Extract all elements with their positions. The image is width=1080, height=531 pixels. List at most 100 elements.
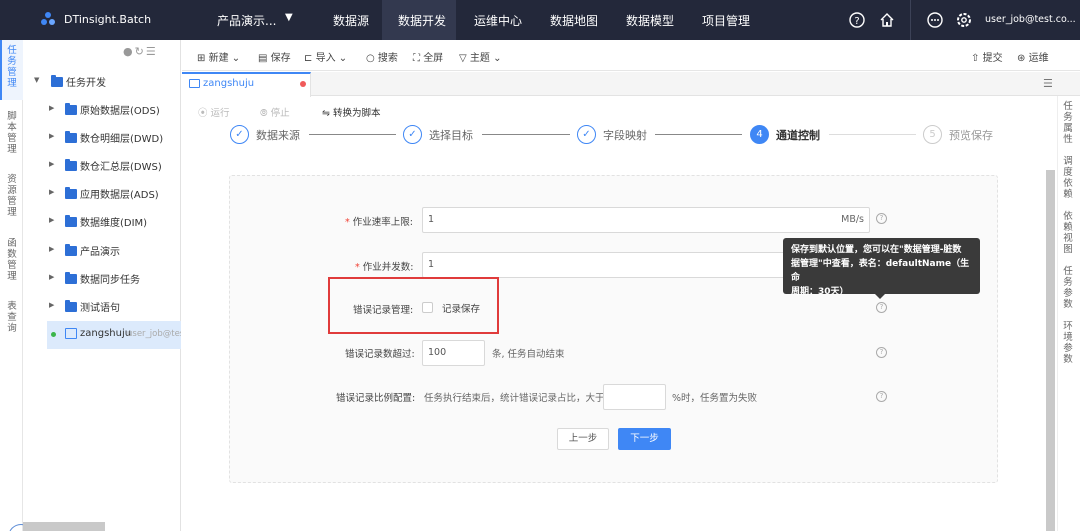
theme-button[interactable]: ▽ 主题 ⌄ [459,49,501,64]
next-button[interactable]: 下一步 [618,428,671,450]
step-1-label: 数据来源 [256,129,300,142]
tab-list-icon[interactable]: ☰ [1043,77,1053,90]
rail-task-mgmt[interactable]: 任务管理 [7,45,17,89]
rail-schedule-deps[interactable]: 调度依赖 [1063,156,1073,200]
topbar-divider [910,0,911,40]
search-icon: ○ [366,53,375,64]
error-ratio-label: 错误记录比例配置: [336,393,416,404]
search-label: 搜索 [377,53,398,64]
tree-file[interactable]: zangshuju user_job@tes [51,327,181,343]
fullscreen-button[interactable]: ⛶ 全屏 [413,49,443,64]
caret-right-icon[interactable]: ▶ [49,188,54,196]
nav-ops-center[interactable]: 运维中心 [474,12,522,29]
tab-label[interactable]: zangshuju [203,78,254,89]
message-icon[interactable] [926,11,944,29]
caret-right-icon[interactable]: ▶ [49,301,54,309]
tree-folder-label: 数仓明细层(DWD) [80,134,164,145]
rail-table-query[interactable]: 表查询 [7,301,17,334]
run-button[interactable]: ⦿ 运行 [198,105,230,119]
gear-icon[interactable] [955,11,973,29]
main-scrollbar[interactable] [1046,170,1055,531]
rail-task-params[interactable]: 任务参数 [1063,266,1073,310]
tree-scrollbar[interactable] [23,522,105,531]
caret-right-icon[interactable]: ▶ [49,104,54,112]
step-5-icon: 5 [923,125,942,144]
rail-dep-view[interactable]: 依赖视图 [1063,211,1073,255]
tree-folder-label: 测试语句 [80,303,120,314]
help-icon[interactable]: ? [876,302,887,313]
tree-folder-label: 产品演示 [80,247,120,258]
step-connector [309,134,396,135]
ops-button[interactable]: ⊛ 运维 [1017,49,1049,64]
caret-right-icon[interactable]: ▶ [49,273,54,281]
caret-down-icon[interactable]: ▼ [285,12,293,23]
step-3-icon: ✓ [577,125,596,144]
tree-tools[interactable]: ●↻☰ [123,45,158,58]
rail-task-props[interactable]: 任务属性 [1063,101,1073,145]
error-ratio-prefix: 任务执行结束后，统计错误记录占比，大于 [424,393,605,404]
collapse-icon[interactable]: ☰ [146,45,158,58]
help-icon[interactable]: ? [876,391,887,402]
caret-right-icon[interactable]: ▶ [49,132,54,140]
run-label: 运行 [210,108,230,119]
error-count-input[interactable]: 100 [422,340,485,366]
rail-env-params[interactable]: 环境参数 [1063,321,1073,365]
caret-right-icon[interactable]: ▶ [49,245,54,253]
convert-script-button[interactable]: ⇋ 转换为脚本 [322,105,381,119]
tree-file-owner: user_job@tes [127,329,181,339]
app-root: DTinsight.Batch 产品演示... ▼ 数据源 数据开发 运维中心 … [0,0,1080,531]
stop-button[interactable]: ⦾ 停止 [260,105,290,119]
step-5-label: 预览保存 [949,129,993,142]
prev-button[interactable]: 上一步 [557,428,609,450]
project-selector[interactable]: 产品演示... [217,12,276,29]
arrow-right-icon: ⊛ [1017,53,1026,64]
caret-right-icon[interactable]: ▶ [49,160,54,168]
new-button[interactable]: ⊞ 新建 ⌄ [197,49,240,64]
caret-right-icon[interactable]: ▶ [49,216,54,224]
help-icon[interactable]: ? [876,347,887,358]
import-button[interactable]: ⊏ 导入 ⌄ [304,49,347,64]
locate-icon[interactable]: ● [123,45,135,58]
save-icon: ▤ [258,53,268,64]
submit-button[interactable]: ⇧ 提交 [971,49,1003,64]
nav-datasource[interactable]: 数据源 [333,12,369,29]
rail-function-mgmt[interactable]: 函数管理 [7,238,17,282]
step-3-label: 字段映射 [603,129,647,142]
search-button[interactable]: ○ 搜索 [366,49,398,64]
folder-icon [65,300,77,312]
nav-project-mgmt[interactable]: 项目管理 [702,12,750,29]
stop-icon: ⦾ [260,108,268,119]
step-4-label: 通道控制 [776,129,820,142]
ops-label: 运维 [1028,53,1049,64]
tree-folder-label: 应用数据层(ADS) [80,190,159,201]
error-count-label: 错误记录数超过: [345,349,415,360]
refresh-icon[interactable]: ↻ [135,45,146,58]
nav-data-model[interactable]: 数据模型 [626,12,674,29]
logo-icon [41,12,55,25]
caret-down-icon[interactable]: ▼ [34,76,39,84]
brand-name: DTinsight.Batch [64,13,152,26]
nav-data-map[interactable]: 数据地图 [550,12,598,29]
rate-input[interactable]: 1 MB/s [422,207,870,233]
folder-icon [65,103,77,115]
help-icon[interactable]: ? [876,213,887,224]
tree-folder-label: 数据同步任务 [80,275,140,286]
rail-resource-mgmt[interactable]: 资源管理 [7,174,17,218]
highlight-box [328,277,499,334]
rail-script-mgmt[interactable]: 脚本管理 [7,111,17,155]
save-button[interactable]: ▤ 保存 [258,49,291,64]
error-ratio-input[interactable] [603,384,666,410]
nav-data-dev[interactable]: 数据开发 [398,12,446,29]
help-icon[interactable]: ? [848,11,866,29]
import-label: 导入 [315,53,336,64]
step-4-icon: 4 [750,125,769,144]
shirt-icon: ▽ [459,53,467,64]
home-icon[interactable] [878,11,896,29]
folder-icon [65,187,77,199]
step-connector [829,134,916,135]
tree-root-label: 任务开发 [66,78,106,89]
tree-folder-label: 数据维度(DIM) [80,218,148,229]
unsaved-dot-icon [300,81,306,87]
user-account[interactable]: user_job@test.co... [985,14,1076,25]
concurrency-value: 1 [428,259,435,270]
